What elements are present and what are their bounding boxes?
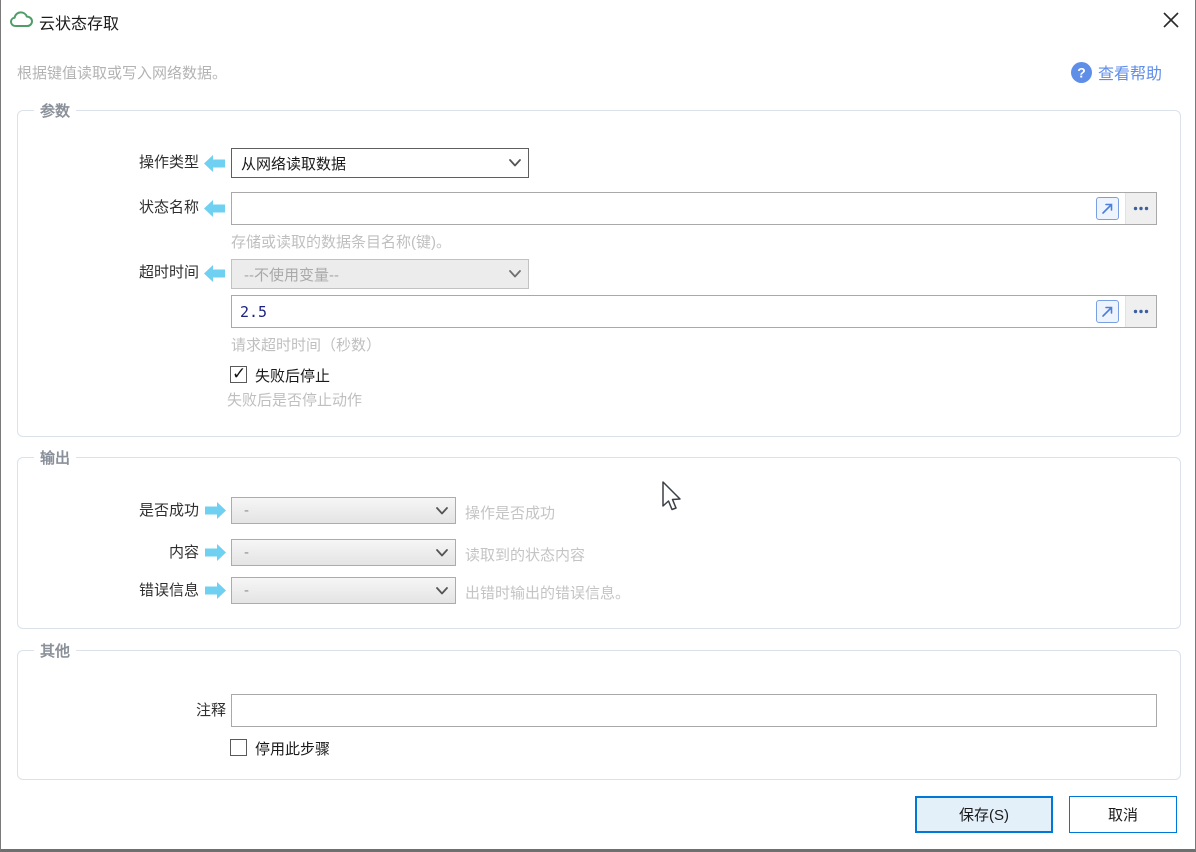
chevron-down-icon xyxy=(436,506,448,514)
group-other-legend: 其他 xyxy=(34,640,77,661)
output-arrow-right-icon xyxy=(205,544,226,561)
input-arrow-left-icon xyxy=(204,265,225,282)
stop-on-fail-checkbox[interactable] xyxy=(230,364,247,384)
output-success-select[interactable]: - xyxy=(231,497,456,524)
comment-input[interactable] xyxy=(231,694,1157,727)
dialog-cloud-state-access: 云状态存取 根据键值读取或写入网络数据。 ? 查看帮助 参数 操作类型 从网络读… xyxy=(0,0,1196,852)
help-link[interactable]: ? 查看帮助 xyxy=(1071,60,1162,84)
output-arrow-right-icon xyxy=(205,582,226,599)
timeout-variable-value: --不使用变量-- xyxy=(244,266,339,284)
comment-label: 注释 xyxy=(195,702,226,719)
chevron-down-icon xyxy=(509,159,521,167)
operation-type-value: 从网络读取数据 xyxy=(241,155,347,173)
input-arrow-left-icon xyxy=(204,155,225,172)
stop-on-fail-label[interactable]: 失败后停止 xyxy=(255,365,330,386)
output-error-desc: 出错时输出的错误信息。 xyxy=(465,585,631,602)
output-error-value: - xyxy=(244,582,249,599)
expand-editor-button[interactable] xyxy=(1096,197,1119,220)
help-question-icon: ? xyxy=(1071,61,1092,83)
group-parameters-legend: 参数 xyxy=(34,100,77,121)
output-content-value: - xyxy=(244,544,249,561)
input-arrow-left-icon xyxy=(204,200,225,217)
output-error-label: 错误信息 xyxy=(138,582,199,599)
timeout-input[interactable] xyxy=(232,296,1092,327)
arrow-up-right-icon xyxy=(1102,306,1113,317)
ellipsis-icon xyxy=(1133,206,1149,211)
output-content-label: 内容 xyxy=(168,544,199,561)
help-link-label: 查看帮助 xyxy=(1098,66,1163,83)
timeout-field-wrap xyxy=(231,295,1157,328)
operation-type-select[interactable]: 从网络读取数据 xyxy=(231,148,529,178)
expand-editor-button[interactable] xyxy=(1096,300,1119,323)
output-success-value: - xyxy=(244,502,249,519)
timeout-label: 超时时间 xyxy=(138,264,199,281)
ellipsis-button[interactable] xyxy=(1125,193,1156,224)
state-name-field-wrap xyxy=(231,192,1157,225)
group-output-legend: 输出 xyxy=(34,447,77,468)
save-button[interactable]: 保存(S) xyxy=(915,796,1053,833)
stop-on-fail-hint: 失败后是否停止动作 xyxy=(227,392,363,409)
timeout-variable-select[interactable]: --不使用变量-- xyxy=(231,259,529,289)
output-content-select[interactable]: - xyxy=(231,539,456,566)
disable-step-checkbox[interactable] xyxy=(230,739,247,756)
state-name-hint: 存储或读取的数据条目名称(键)。 xyxy=(231,234,451,251)
output-error-select[interactable]: - xyxy=(231,577,456,604)
disable-step-label[interactable]: 停用此步骤 xyxy=(255,738,330,759)
cloud-icon xyxy=(10,11,33,27)
page-title: 云状态存取 xyxy=(39,16,120,33)
output-success-label: 是否成功 xyxy=(138,502,199,519)
state-name-label: 状态名称 xyxy=(138,199,199,216)
chevron-down-icon xyxy=(436,548,448,556)
operation-type-label: 操作类型 xyxy=(138,154,199,171)
arrow-up-right-icon xyxy=(1102,203,1113,214)
output-success-desc: 操作是否成功 xyxy=(465,505,556,522)
output-arrow-right-icon xyxy=(205,502,226,519)
output-content-desc: 读取到的状态内容 xyxy=(465,547,586,564)
state-name-input[interactable] xyxy=(232,193,1092,224)
ellipsis-button[interactable] xyxy=(1125,296,1156,327)
chevron-down-icon xyxy=(509,270,521,278)
cancel-button[interactable]: 取消 xyxy=(1069,796,1177,833)
timeout-hint: 请求超时时间（秒数） xyxy=(231,337,382,354)
close-icon[interactable] xyxy=(1162,11,1180,29)
ellipsis-icon xyxy=(1133,309,1149,314)
svg-text:?: ? xyxy=(1077,64,1086,80)
chevron-down-icon xyxy=(436,586,448,594)
dialog-description: 根据键值读取或写入网络数据。 xyxy=(17,65,228,82)
